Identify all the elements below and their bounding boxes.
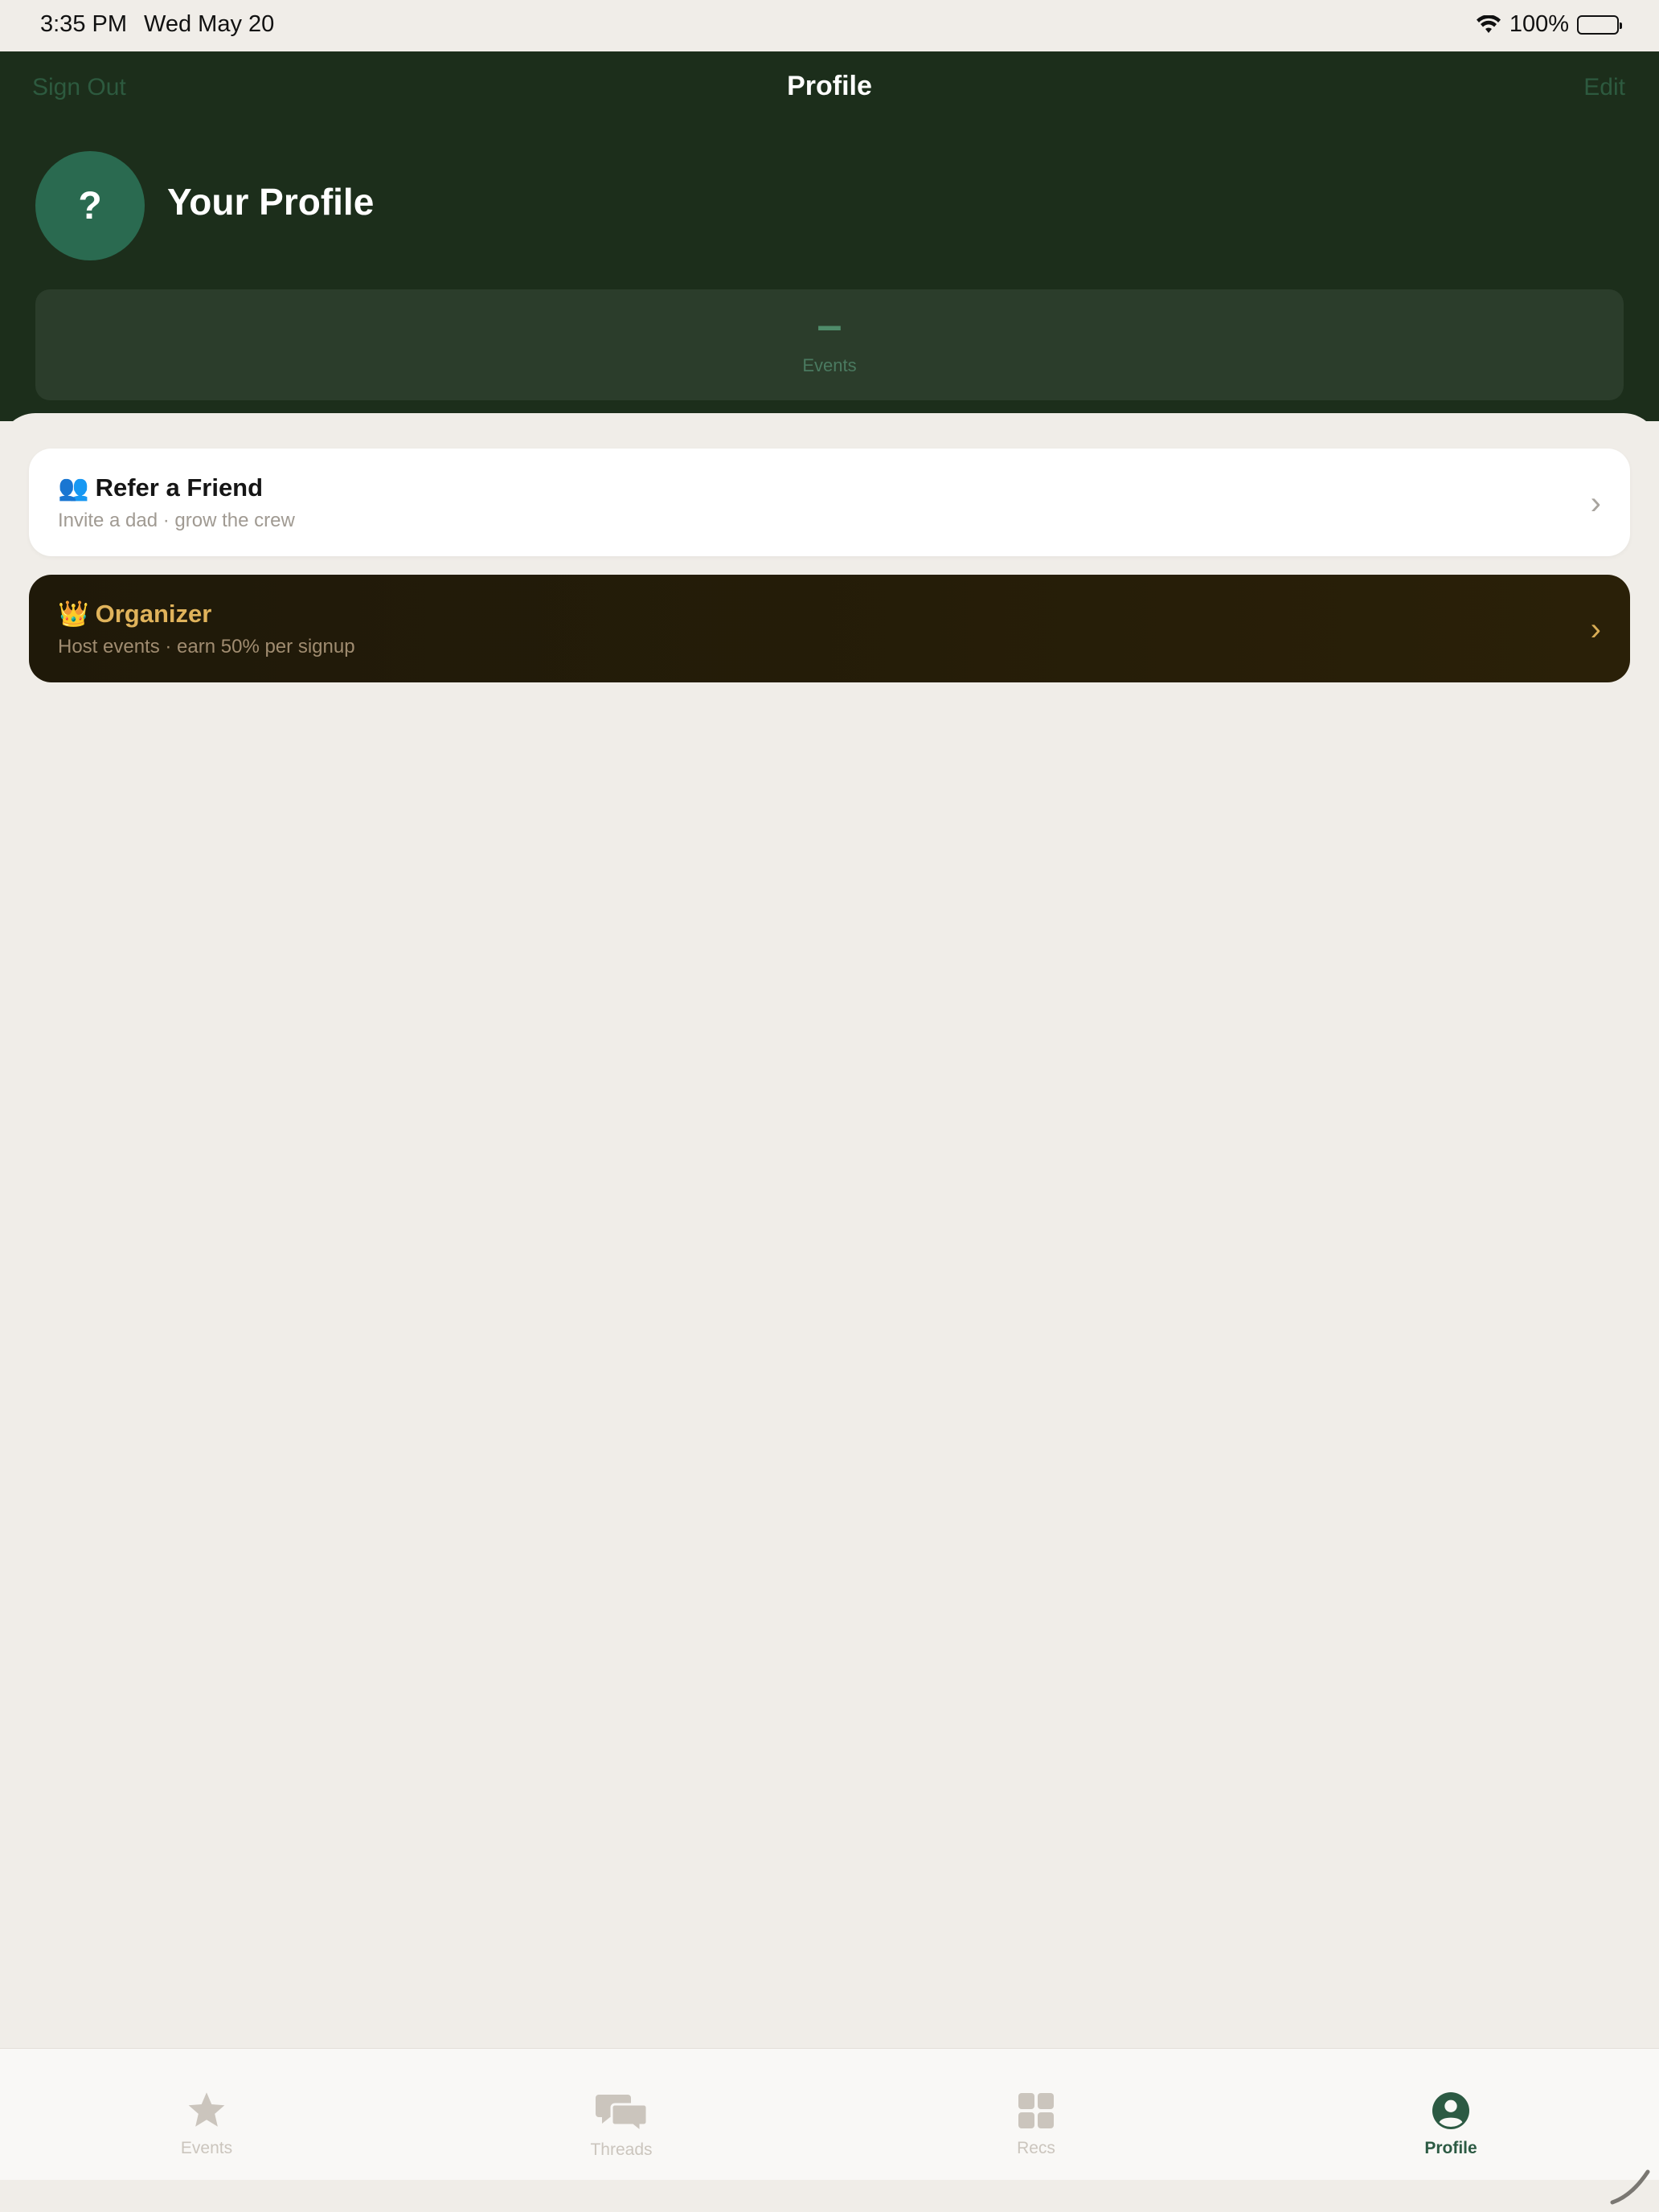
card-title: 👥 Refer a Friend (58, 473, 263, 502)
chat-bubbles-icon (596, 2089, 647, 2136)
chevron-right-icon: › (1590, 612, 1601, 647)
status-time: 3:35 PM (40, 11, 127, 37)
battery-icon (1577, 14, 1622, 35)
avatar[interactable]: ? (35, 151, 145, 260)
wifi-icon (1476, 14, 1501, 35)
tab-events[interactable]: Events (102, 2049, 311, 2181)
people-icon: 👥 (58, 473, 89, 502)
pencil-stroke-icon (1608, 2162, 1653, 2211)
status-bar: 3:35 PM Wed May 20 100% (0, 0, 1659, 51)
organizer-subtitle: Host events · earn 50% per signup (58, 636, 355, 657)
tab-bar: Events Threads Recs Profile (0, 2048, 1659, 2180)
profile-header: Sign Out Profile Edit ? Your Profile – E… (0, 51, 1659, 421)
page-title: Profile (787, 71, 872, 101)
tab-label: Threads (590, 2140, 653, 2159)
organizer-title: Organizer (95, 600, 212, 628)
avatar-placeholder: ? (78, 184, 102, 227)
person-circle-icon (1432, 2087, 1469, 2134)
star-icon (186, 2087, 227, 2134)
status-date: Wed May 20 (144, 11, 275, 37)
organizer-card[interactable]: 👑 Organizer Host events · earn 50% per si… (29, 575, 1630, 682)
refer-a-friend-card[interactable]: 👥 Refer a Friend Invite a dad · grow the … (29, 449, 1630, 556)
home-indicator-area (0, 2180, 1659, 2212)
edit-button[interactable]: Edit (1583, 74, 1625, 101)
tab-label: Profile (1424, 2139, 1477, 2157)
profile-name: Your Profile (167, 181, 375, 223)
tab-recs[interactable]: Recs (932, 2049, 1141, 2181)
tab-profile[interactable]: Profile (1346, 2049, 1555, 2181)
refer-subtitle: Invite a dad · grow the crew (58, 510, 295, 531)
stats-card: – Events (35, 289, 1624, 400)
card-title: 👑 Organizer (58, 599, 211, 629)
grid-icon (1018, 2087, 1054, 2134)
content-sheet: 👥 Refer a Friend Invite a dad · grow the … (0, 413, 1659, 2048)
tab-label: Events (180, 2139, 233, 2157)
stat-events-value: – (817, 299, 842, 350)
tab-threads[interactable]: Threads (517, 2049, 726, 2181)
chevron-right-icon: › (1590, 485, 1601, 521)
status-indicators: 100% (1476, 11, 1622, 38)
tab-label: Recs (1017, 2139, 1055, 2157)
refer-title: Refer a Friend (95, 473, 264, 502)
crown-icon: 👑 (58, 600, 89, 628)
battery-percent: 100% (1509, 11, 1569, 37)
stat-events-label: Events (802, 355, 857, 375)
